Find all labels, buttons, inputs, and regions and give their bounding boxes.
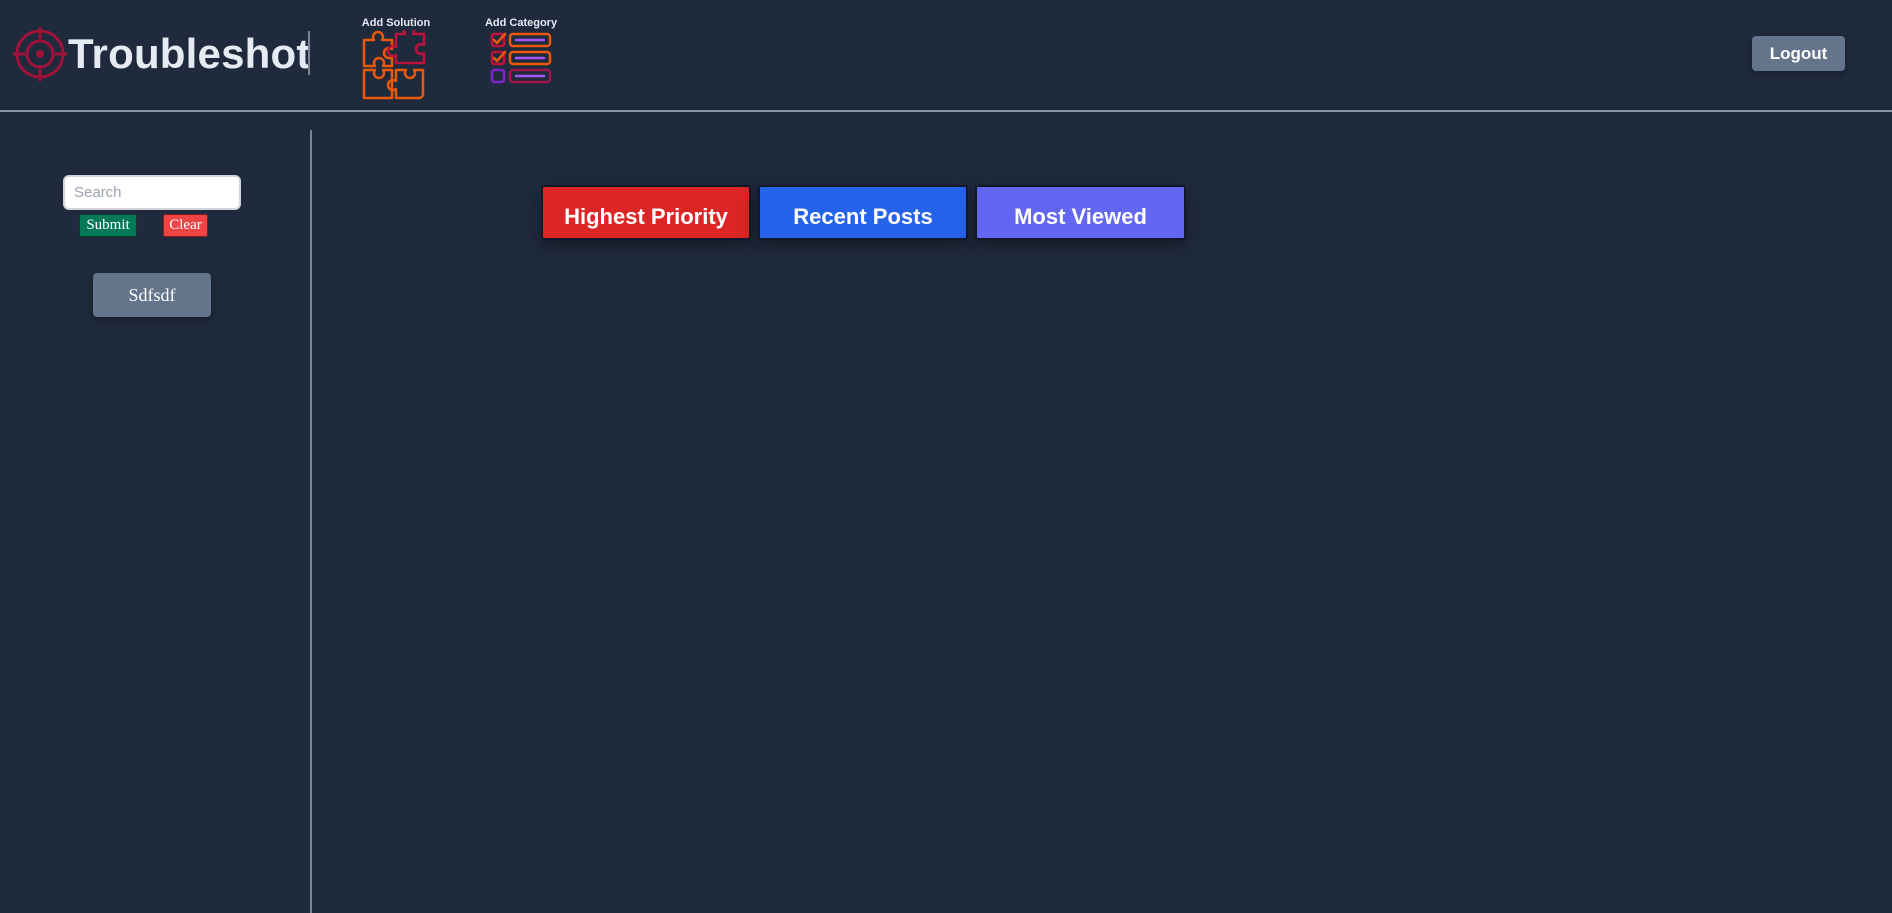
clear-button[interactable]: Clear [163, 214, 208, 237]
sidebar [0, 112, 310, 913]
most-viewed-button[interactable]: Most Viewed [975, 185, 1186, 240]
category-item-sdfsdf[interactable]: Sdfsdf [93, 273, 211, 317]
add-category-link[interactable]: Add Category [484, 16, 558, 90]
logout-button[interactable]: Logout [1752, 36, 1845, 71]
submit-button[interactable]: Submit [79, 214, 137, 237]
sidebar-divider [310, 130, 312, 913]
add-category-label: Add Category [484, 17, 558, 29]
top-header: Troubleshot Add Solution Add Category Lo… [0, 0, 1892, 112]
checklist-icon [490, 32, 552, 84]
header-divider [308, 31, 310, 75]
brand[interactable]: Troubleshot [13, 26, 311, 82]
search-input[interactable] [63, 175, 241, 210]
puzzle-pieces-icon [362, 30, 426, 100]
crosshair-target-icon [13, 27, 67, 81]
add-solution-link[interactable]: Add Solution [360, 16, 432, 102]
highest-priority-button[interactable]: Highest Priority [541, 185, 751, 240]
recent-posts-button[interactable]: Recent Posts [758, 185, 968, 240]
brand-title: Troubleshot [68, 30, 311, 77]
add-solution-label: Add Solution [361, 17, 431, 29]
